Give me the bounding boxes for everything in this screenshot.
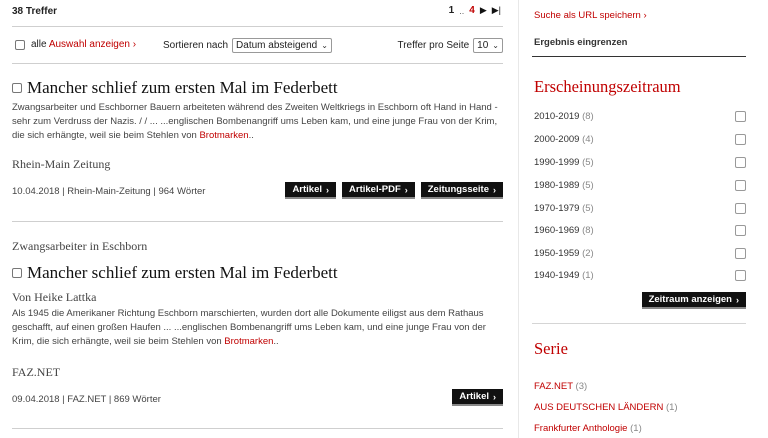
highlight-term: Brotmarken [224, 336, 274, 347]
period-heading: Erscheinungszeitraum [534, 77, 681, 96]
chevron-right-icon: › [404, 184, 408, 195]
article-actions: Artikel › Artikel-PDF › Zeitungsseite › [285, 182, 503, 199]
period-actions: Zeitraum anzeigen › [641, 292, 746, 309]
article-actions: Artikel › [452, 389, 503, 406]
period-filter-item[interactable]: 1970-1979 (5) [534, 203, 746, 214]
chevron-right-icon: › [132, 39, 137, 50]
period-checkbox[interactable] [735, 134, 746, 145]
article-source: Rhein-Main Zeitung [12, 157, 111, 171]
result-count: 38 Treffer [12, 6, 58, 17]
highlight-term: Brotmarken [199, 130, 249, 141]
article-snippet: Als 1945 die Amerikaner Richtung Eschbor… [12, 308, 486, 347]
period-checkbox[interactable] [735, 157, 746, 168]
period-checkbox[interactable] [735, 270, 746, 281]
show-selection-link[interactable]: Auswahl anzeigen [49, 39, 130, 50]
select-all-checkbox[interactable] [15, 39, 25, 50]
select-all-label: alle Auswahl anzeigen › [31, 39, 137, 50]
article-kicker: Zwangsarbeiter in Eschborn [12, 239, 148, 253]
serie-filter-item[interactable]: AUS DEUTSCHEN LÄNDERN (1) [534, 402, 678, 413]
period-checkbox[interactable] [735, 180, 746, 191]
article-source: FAZ.NET [12, 365, 61, 379]
article-button[interactable]: Artikel › [452, 389, 503, 406]
pagination: 1 .. 4 ▶ ▶| [449, 5, 501, 16]
period-filter-item[interactable]: 1990-1999 (5) [534, 157, 746, 168]
per-page-select[interactable]: 10 ⌄ [473, 38, 503, 53]
period-checkbox[interactable] [735, 203, 746, 214]
serie-filter-item[interactable]: Frankfurter Anthologie (1) [534, 423, 642, 434]
period-filter-item[interactable]: 1960-1969 (8) [534, 225, 746, 236]
page-link-current[interactable]: 4 [469, 5, 475, 16]
chevron-right-icon: › [326, 184, 330, 195]
per-page-label: Treffer pro Seite [397, 40, 470, 51]
page-ellipsis: .. [459, 5, 465, 16]
chevron-down-icon: ⌄ [321, 41, 328, 50]
article-pdf-button[interactable]: Artikel-PDF › [342, 182, 415, 199]
article-title[interactable]: Mancher schlief zum ersten Mal im Federb… [12, 263, 338, 283]
narrow-results-label: Ergebnis eingrenzen [534, 37, 628, 48]
divider [12, 63, 503, 64]
chevron-right-icon: › [493, 184, 496, 195]
period-filter-item[interactable]: 1980-1989 (5) [534, 180, 746, 191]
last-page-icon[interactable]: ▶| [492, 5, 501, 16]
divider [12, 221, 503, 222]
column-divider [518, 0, 519, 438]
period-checkbox[interactable] [735, 248, 746, 259]
period-filter-item[interactable]: 2010-2019 (8) [534, 111, 746, 122]
next-page-icon[interactable]: ▶ [480, 5, 487, 16]
article-meta: 10.04.2018 | Rhein-Main-Zeitung | 964 Wö… [12, 186, 206, 197]
article-checkbox[interactable] [12, 268, 22, 278]
divider [12, 26, 503, 27]
chevron-right-icon: › [736, 294, 739, 305]
divider [532, 323, 746, 324]
period-checkbox[interactable] [735, 225, 746, 236]
period-filter-item[interactable]: 1940-1949 (1) [534, 270, 746, 281]
divider [12, 428, 503, 429]
newspaper-page-button[interactable]: Zeitungsseite › [420, 182, 503, 199]
sort-select[interactable]: Datum absteigend ⌄ [232, 38, 332, 53]
page-link-first[interactable]: 1 [449, 5, 455, 16]
chevron-down-icon: ⌄ [492, 41, 499, 50]
period-filter-item[interactable]: 2000-2009 (4) [534, 134, 746, 145]
sort-label: Sortieren nach [163, 40, 229, 51]
chevron-right-icon: › [643, 10, 647, 21]
article-checkbox[interactable] [12, 83, 22, 93]
chevron-right-icon: › [493, 391, 496, 402]
serie-filter-item[interactable]: FAZ.NET (3) [534, 381, 587, 392]
article-button[interactable]: Artikel › [285, 182, 337, 199]
results-controls: alle Auswahl anzeigen › Sortieren nach D… [12, 38, 503, 54]
article-meta: 09.04.2018 | FAZ.NET | 869 Wörter [12, 394, 161, 405]
divider [532, 56, 746, 57]
serie-heading: Serie [534, 339, 568, 358]
save-search-link[interactable]: Suche als URL speichern › [534, 10, 647, 21]
period-filter-item[interactable]: 1950-1959 (2) [534, 248, 746, 259]
show-period-button[interactable]: Zeitraum anzeigen › [641, 292, 746, 309]
article-title[interactable]: Mancher schlief zum ersten Mal im Federb… [12, 78, 338, 98]
article-author: Von Heike Lattka [12, 290, 97, 304]
article-snippet: Zwangsarbeiter und Eschborner Bauern arb… [12, 102, 498, 141]
period-checkbox[interactable] [735, 111, 746, 122]
